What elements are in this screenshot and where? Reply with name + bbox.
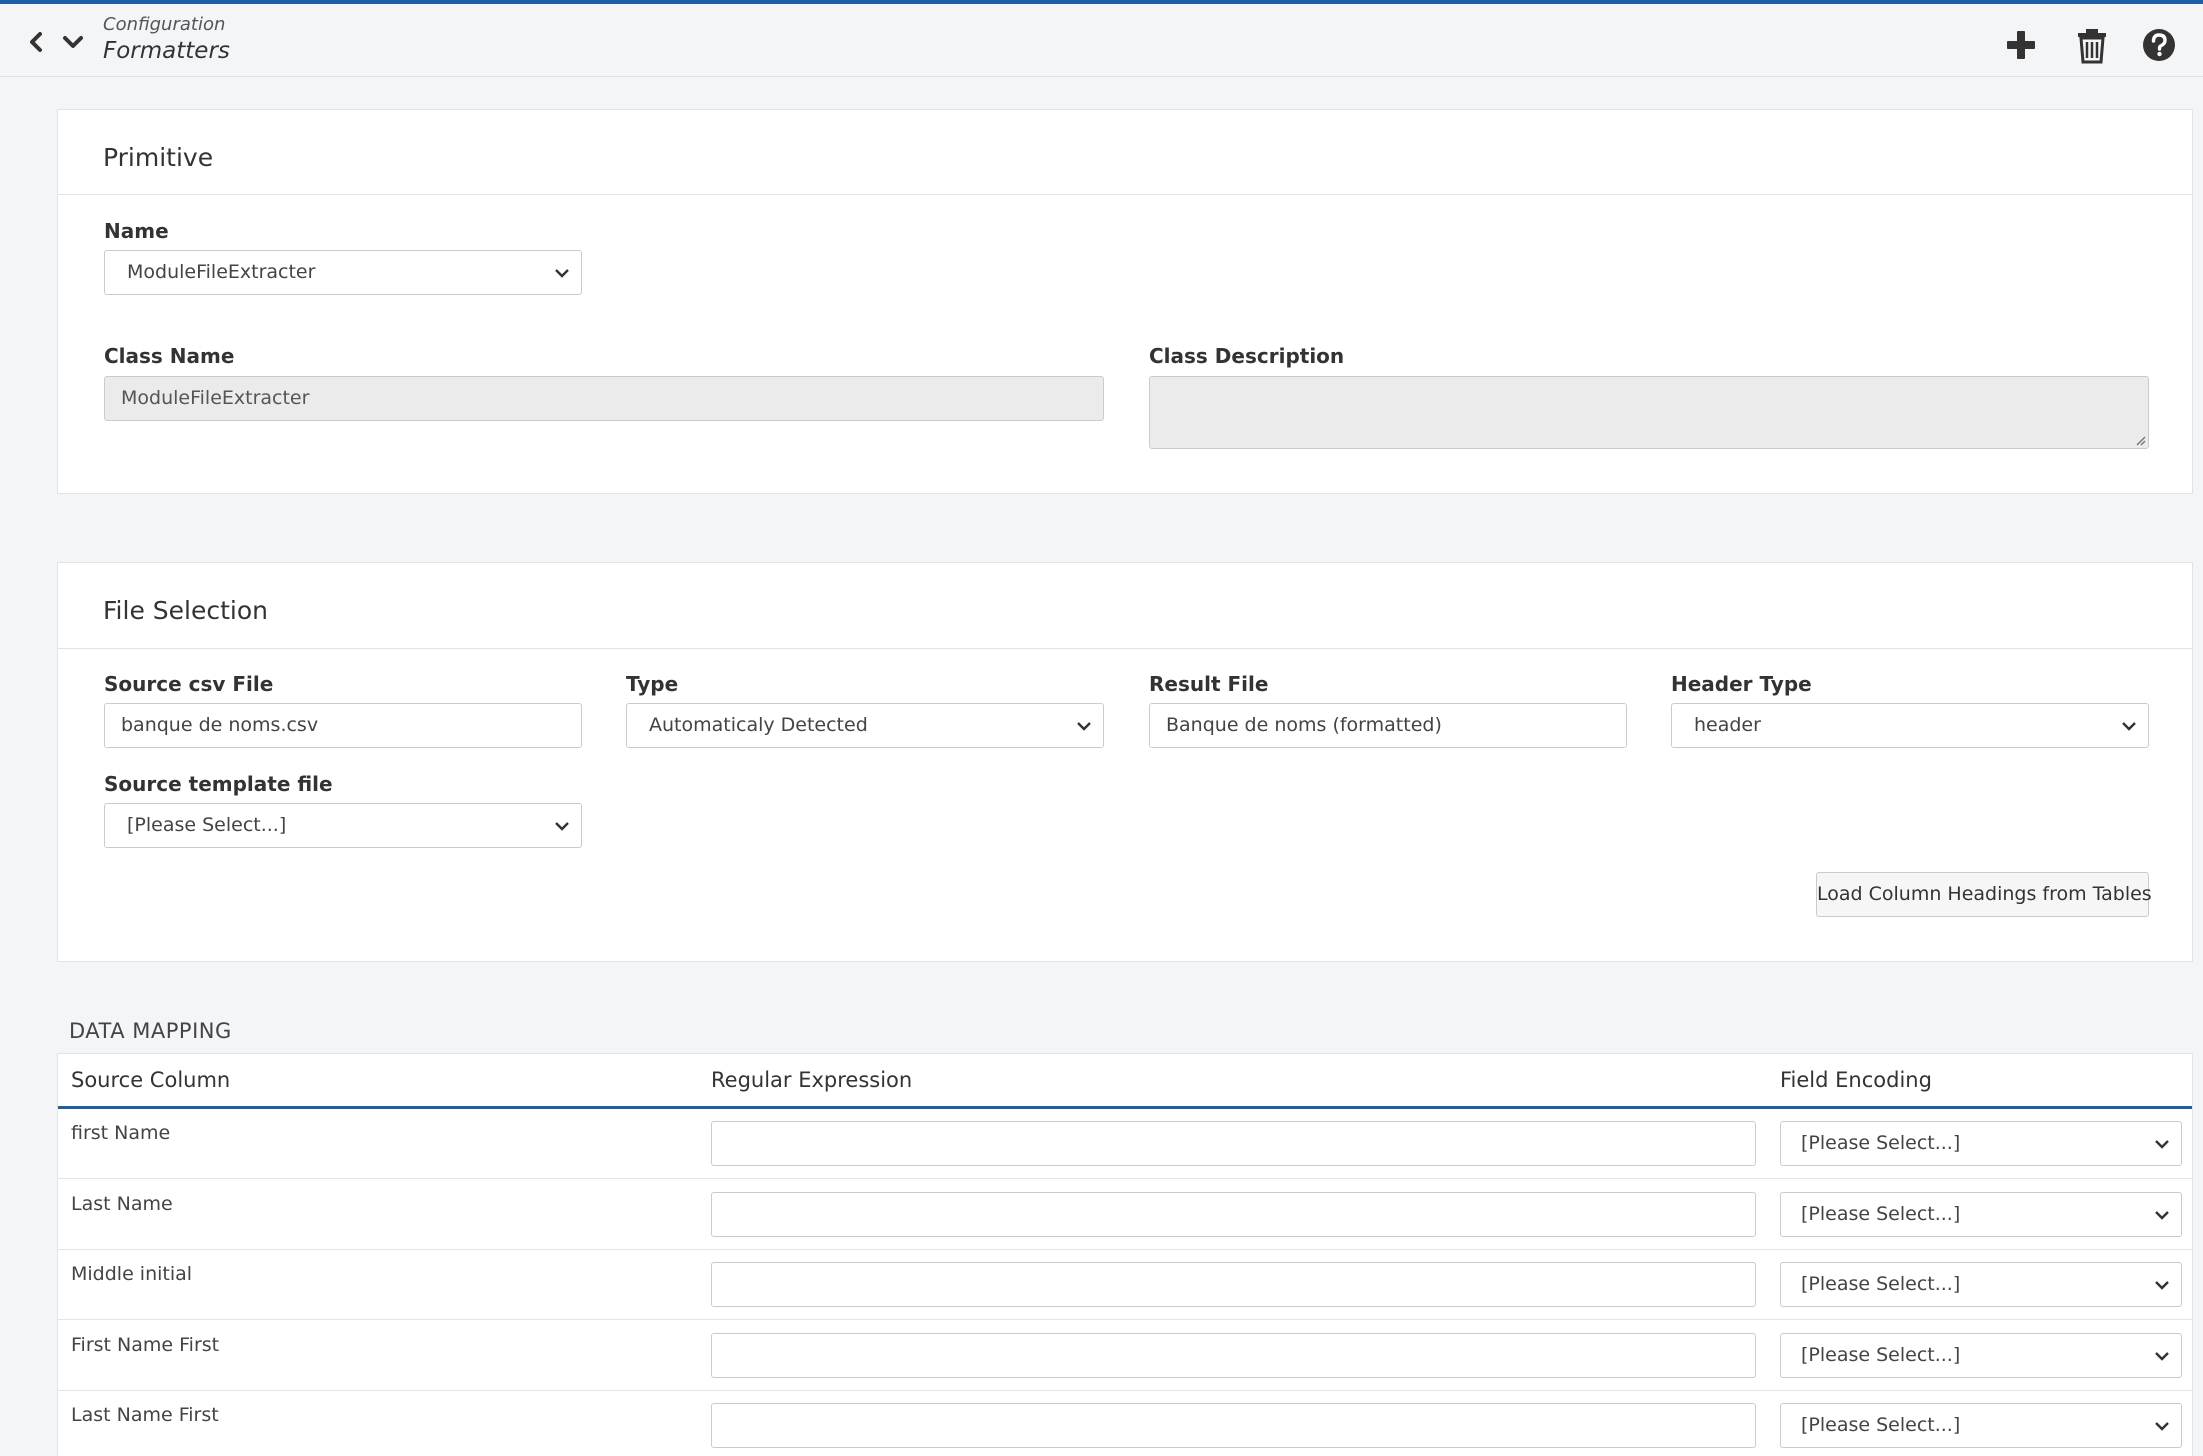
primitive-card: Primitive Name ModuleFileExtracter Class… [57, 109, 2193, 494]
source-template-select[interactable]: [Please Select...] [104, 803, 582, 848]
name-select-value: ModuleFileExtracter [127, 261, 316, 283]
chevron-down-icon [555, 269, 569, 278]
chevron-down-icon [2155, 1352, 2169, 1361]
load-column-headings-button[interactable]: Load Column Headings from Tables [1816, 872, 2152, 917]
source-column-cell: Last Name [71, 1193, 173, 1215]
class-name-label: Class Name [104, 344, 235, 368]
chevron-down-icon [2155, 1140, 2169, 1149]
chevron-down-icon [2155, 1281, 2169, 1290]
class-description-field[interactable] [1149, 376, 2149, 449]
header-type-select[interactable]: header [1671, 703, 2149, 748]
expand-chevron-icon[interactable] [59, 28, 87, 56]
chevron-down-icon [555, 822, 569, 831]
chevron-down-icon [2155, 1422, 2169, 1431]
table-row: first Name [Please Select...] [58, 1109, 2192, 1179]
field-encoding-select[interactable]: [Please Select...] [1780, 1121, 2182, 1166]
table-row: Last Name [Please Select...] [58, 1180, 2192, 1250]
chevron-down-icon [1077, 722, 1091, 731]
source-column-cell: Last Name First [71, 1404, 219, 1426]
type-select-value: Automaticaly Detected [649, 714, 868, 736]
table-row: Middle initial [Please Select...] [58, 1250, 2192, 1320]
field-encoding-value: [Please Select...] [1801, 1203, 1961, 1225]
field-encoding-select[interactable]: [Please Select...] [1780, 1262, 2182, 1307]
regex-input[interactable] [711, 1192, 1756, 1237]
table-row: First Name First [Please Select...] [58, 1321, 2192, 1391]
source-template-label: Source template file [104, 772, 333, 796]
primitive-title: Primitive [103, 143, 214, 172]
result-file-label: Result File [1149, 672, 1269, 696]
regex-input[interactable] [711, 1333, 1756, 1378]
class-description-label: Class Description [1149, 344, 1345, 368]
field-encoding-select[interactable]: [Please Select...] [1780, 1333, 2182, 1378]
regex-input[interactable] [711, 1403, 1756, 1448]
field-encoding-select[interactable]: [Please Select...] [1780, 1192, 2182, 1237]
back-chevron-icon[interactable] [22, 28, 50, 56]
data-mapping-table: Source Column Regular Expression Field E… [57, 1053, 2193, 1456]
field-encoding-value: [Please Select...] [1801, 1414, 1961, 1436]
help-icon[interactable] [2140, 26, 2178, 64]
page-title: Formatters [103, 38, 230, 64]
header-type-value: header [1694, 714, 1761, 736]
add-icon[interactable] [2002, 26, 2040, 64]
result-file-input[interactable]: Banque de noms (formatted) [1149, 703, 1627, 748]
file-selection-title: File Selection [103, 596, 268, 625]
table-row: Last Name First [Please Select...] [58, 1391, 2192, 1456]
card-divider [58, 194, 2192, 195]
chevron-down-icon [2122, 722, 2136, 731]
field-encoding-value: [Please Select...] [1801, 1273, 1961, 1295]
field-encoding-select[interactable]: [Please Select...] [1780, 1403, 2182, 1448]
source-column-cell: first Name [71, 1122, 171, 1144]
class-name-field[interactable]: ModuleFileExtracter [104, 376, 1104, 421]
source-csv-label: Source csv File [104, 672, 274, 696]
breadcrumb[interactable]: Configuration [103, 14, 225, 35]
source-csv-input[interactable]: banque de noms.csv [104, 703, 582, 748]
regex-input[interactable] [711, 1121, 1756, 1166]
name-label: Name [104, 219, 169, 243]
chevron-down-icon [2155, 1211, 2169, 1220]
header-type-label: Header Type [1671, 672, 1812, 696]
type-label: Type [626, 672, 679, 696]
field-encoding-value: [Please Select...] [1801, 1132, 1961, 1154]
data-mapping-title: DATA MAPPING [69, 1019, 232, 1043]
source-column-cell: Middle initial [71, 1263, 193, 1285]
type-select[interactable]: Automaticaly Detected [626, 703, 1104, 748]
page-header: Configuration Formatters [0, 4, 2203, 77]
source-column-cell: First Name First [71, 1334, 220, 1356]
trash-icon[interactable] [2073, 26, 2111, 64]
resize-handle-icon[interactable] [2134, 434, 2146, 446]
regex-input[interactable] [711, 1262, 1756, 1307]
file-selection-card: File Selection Source csv File banque de… [57, 562, 2193, 962]
name-select[interactable]: ModuleFileExtracter [104, 250, 582, 295]
source-template-value: [Please Select...] [127, 814, 287, 836]
field-encoding-value: [Please Select...] [1801, 1344, 1961, 1366]
card-divider [58, 648, 2192, 649]
column-header-regex: Regular Expression [711, 1068, 913, 1092]
column-header-encoding: Field Encoding [1780, 1068, 1932, 1092]
column-header-source: Source Column [71, 1068, 231, 1092]
